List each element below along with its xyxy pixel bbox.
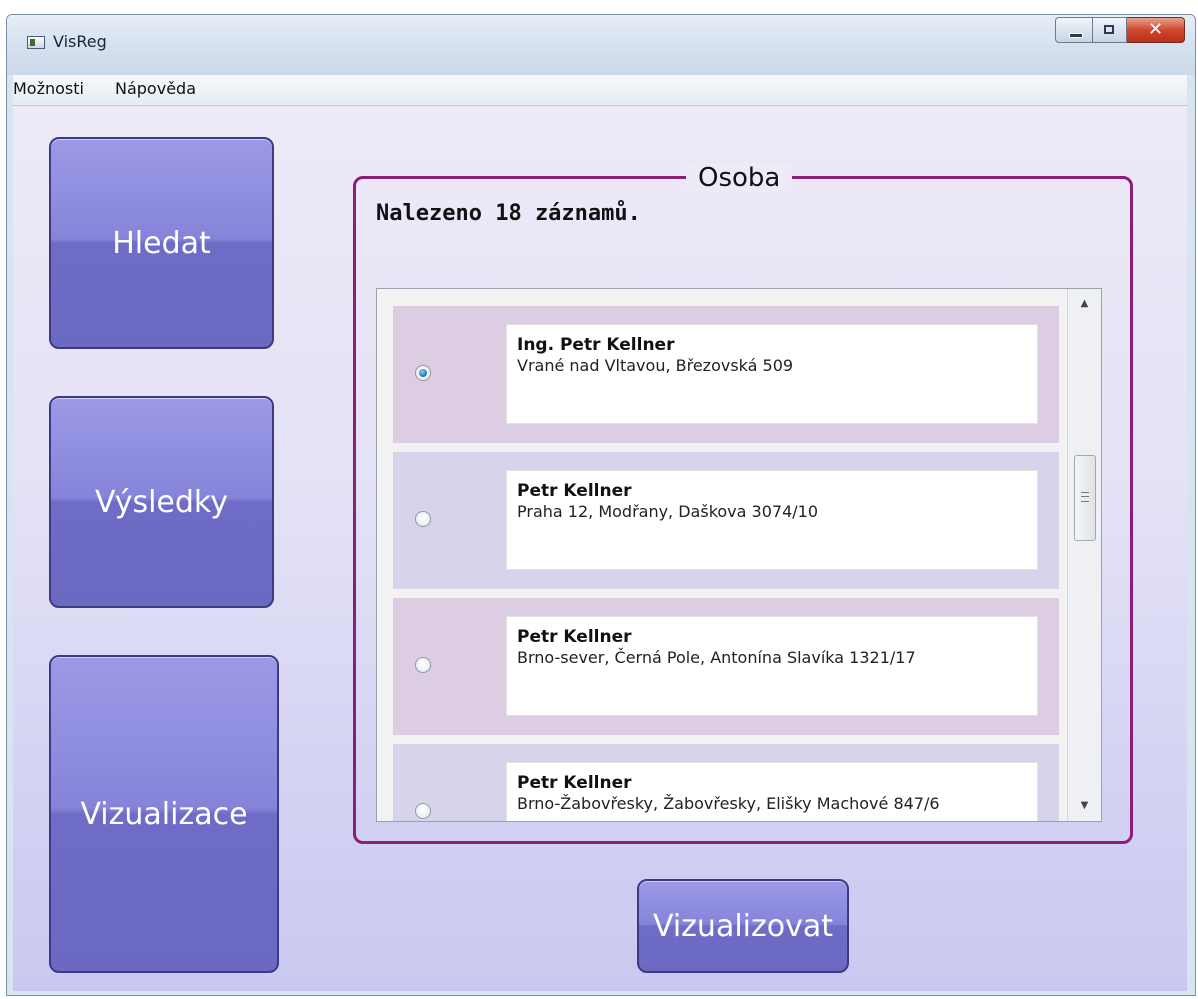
result-card: Petr Kellner Praha 12, Modřany, Daškova …: [506, 470, 1038, 570]
select-radio[interactable]: [415, 511, 431, 527]
vizualizace-button[interactable]: Vizualizace: [49, 655, 279, 973]
result-card: Petr Kellner Brno-sever, Černá Pole, Ant…: [506, 616, 1038, 716]
app-icon: [27, 36, 45, 49]
menu-bar: Možnosti Nápověda: [13, 75, 1187, 106]
list-item[interactable]: Ing. Petr Kellner Vrané nad Vltavou, Bře…: [393, 306, 1059, 443]
minimize-button[interactable]: [1055, 17, 1093, 43]
results-list[interactable]: Ing. Petr Kellner Vrané nad Vltavou, Bře…: [376, 288, 1102, 822]
person-address: Brno-sever, Černá Pole, Antonína Slavíka…: [517, 648, 916, 667]
maximize-icon: [1104, 25, 1114, 34]
result-card: Petr Kellner Brno-Žabovřesky, Žabovřesky…: [506, 762, 1038, 821]
scroll-down-icon[interactable]: ▼: [1068, 795, 1101, 817]
person-address: Brno-Žabovřesky, Žabovřesky, Elišky Mach…: [517, 794, 940, 813]
vertical-scrollbar[interactable]: ▲ ▼: [1067, 289, 1101, 821]
title-bar[interactable]: VisReg ✕: [7, 15, 1195, 75]
results-rows: Ing. Petr Kellner Vrané nad Vltavou, Bře…: [393, 306, 1059, 821]
close-button[interactable]: ✕: [1127, 17, 1185, 43]
main-content: Hledat Výsledky Vizualizace Osoba Naleze…: [13, 106, 1187, 991]
person-name: Ing. Petr Kellner: [517, 335, 675, 355]
person-name: Petr Kellner: [517, 627, 632, 647]
vysledky-button[interactable]: Výsledky: [49, 396, 274, 608]
list-item[interactable]: Petr Kellner Brno-Žabovřesky, Žabovřesky…: [393, 744, 1059, 821]
select-radio[interactable]: [415, 365, 431, 381]
hledat-button[interactable]: Hledat: [49, 137, 274, 349]
list-item[interactable]: Petr Kellner Brno-sever, Černá Pole, Ant…: [393, 598, 1059, 735]
result-count-label: Nalezeno 18 záznamů.: [376, 201, 641, 226]
person-address: Praha 12, Modřany, Daškova 3074/10: [517, 502, 818, 521]
maximize-button[interactable]: [1093, 17, 1127, 43]
result-card: Ing. Petr Kellner Vrané nad Vltavou, Bře…: [506, 324, 1038, 424]
vizualizace-button-label: Vizualizace: [80, 796, 248, 832]
person-address: Vrané nad Vltavou, Březovská 509: [517, 356, 794, 375]
person-name: Petr Kellner: [517, 773, 632, 793]
osoba-group: Osoba Nalezeno 18 záznamů. Ing. Petr Kel…: [353, 163, 1133, 844]
window-title: VisReg: [53, 32, 107, 51]
menu-napoveda[interactable]: Nápověda: [115, 79, 196, 98]
scroll-up-icon[interactable]: ▲: [1068, 293, 1101, 315]
minimize-icon: [1069, 33, 1083, 38]
select-radio[interactable]: [415, 803, 431, 819]
app-window: VisReg ✕ Možnosti Nápověda Hledat Výsled…: [6, 14, 1196, 996]
hledat-button-label: Hledat: [112, 225, 211, 261]
grip-icon: [1081, 492, 1089, 502]
scroll-thumb[interactable]: [1074, 455, 1096, 541]
group-legend: Osoba: [686, 163, 793, 193]
close-icon: ✕: [1147, 19, 1164, 40]
vizualizovat-button-label: Vizualizovat: [652, 908, 833, 944]
menu-moznosti[interactable]: Možnosti: [13, 79, 84, 98]
vizualizovat-button[interactable]: Vizualizovat: [637, 879, 849, 973]
window-controls: ✕: [1055, 17, 1185, 45]
select-radio[interactable]: [415, 657, 431, 673]
person-name: Petr Kellner: [517, 481, 632, 501]
list-item[interactable]: Petr Kellner Praha 12, Modřany, Daškova …: [393, 452, 1059, 589]
vysledky-button-label: Výsledky: [95, 484, 228, 520]
